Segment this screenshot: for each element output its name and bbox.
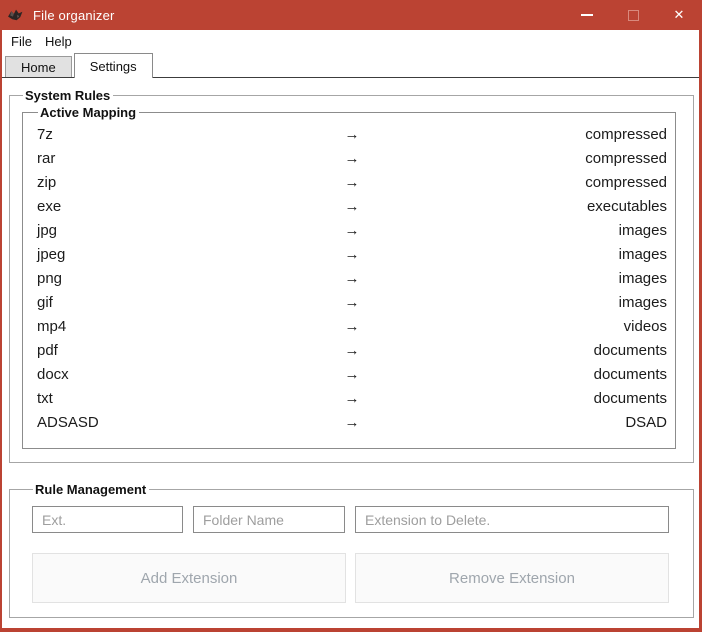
mapping-extension: jpg: [37, 221, 58, 239]
mapping-category: documents: [593, 341, 667, 359]
mapping-extension: txt: [37, 389, 53, 407]
add-extension-button[interactable]: Add Extension: [32, 553, 346, 603]
arrow-right-icon: →: [344, 245, 360, 263]
mapping-row[interactable]: mp4 → videos: [37, 314, 667, 338]
mapping-row[interactable]: zip → compressed: [37, 170, 667, 194]
system-rules-group: System Rules Active Mapping 7z → compres…: [9, 88, 694, 463]
minimize-icon: [581, 14, 593, 16]
mapping-row[interactable]: rar → compressed: [37, 146, 667, 170]
rule-management-group: Rule Management Add Extension Remove Ext…: [9, 482, 694, 618]
mapping-row[interactable]: png → images: [37, 266, 667, 290]
menubar: File Help: [2, 30, 699, 53]
arrow-right-icon: →: [344, 173, 360, 191]
arrow-right-icon: →: [344, 413, 360, 431]
mapping-extension: gif: [37, 293, 53, 311]
active-mapping-label: Active Mapping: [40, 105, 137, 120]
mapping-category: images: [618, 221, 667, 239]
mapping-category: DSAD: [625, 413, 667, 431]
settings-page: System Rules Active Mapping 7z → compres…: [2, 78, 699, 628]
mapping-row[interactable]: ADSASD → DSAD: [37, 410, 667, 434]
mapping-category: images: [618, 245, 667, 263]
tabbar: Home Settings: [2, 53, 699, 78]
mapping-row[interactable]: jpg → images: [37, 218, 667, 242]
arrow-right-icon: →: [344, 341, 360, 359]
close-button[interactable]: ✕: [656, 0, 702, 30]
mapping-extension: ADSASD: [37, 413, 99, 431]
window-title: File organizer: [33, 7, 115, 23]
rule-inputs-row: [32, 506, 669, 533]
app-window: File organizer ✕ File Help Home Settings…: [0, 0, 702, 632]
mapping-category: compressed: [585, 125, 667, 143]
arrow-right-icon: →: [344, 221, 360, 239]
minimize-button[interactable]: [564, 0, 610, 30]
mapping-row[interactable]: exe → executables: [37, 194, 667, 218]
mapping-extension: jpeg: [37, 245, 66, 263]
tab-home[interactable]: Home: [5, 56, 72, 78]
menu-file[interactable]: File: [5, 31, 38, 52]
mapping-category: videos: [623, 317, 667, 335]
mapping-extension: docx: [37, 365, 69, 383]
mapping-list: 7z → compressed rar → compressed zip → c…: [37, 122, 667, 434]
arrow-right-icon: →: [344, 293, 360, 311]
mapping-category: documents: [593, 389, 667, 407]
menu-help[interactable]: Help: [39, 31, 78, 52]
arrow-right-icon: →: [344, 389, 360, 407]
window-controls: ✕: [564, 0, 702, 30]
mapping-extension: mp4: [37, 317, 67, 335]
mapping-extension: pdf: [37, 341, 58, 359]
titlebar[interactable]: File organizer ✕: [0, 0, 702, 30]
mapping-row[interactable]: 7z → compressed: [37, 122, 667, 146]
extension-input[interactable]: [32, 506, 183, 533]
mapping-category: documents: [593, 365, 667, 383]
arrow-right-icon: →: [344, 197, 360, 215]
mapping-row[interactable]: jpeg → images: [37, 242, 667, 266]
arrow-right-icon: →: [344, 125, 360, 143]
system-rules-label: System Rules: [25, 88, 111, 103]
maximize-button[interactable]: [610, 0, 656, 30]
active-mapping-group: Active Mapping 7z → compressed rar → com…: [22, 105, 676, 449]
mapping-category: compressed: [585, 173, 667, 191]
mapping-category: images: [618, 293, 667, 311]
arrow-right-icon: →: [344, 365, 360, 383]
mapping-extension: 7z: [37, 125, 53, 143]
mapping-extension: rar: [37, 149, 56, 167]
folder-name-input[interactable]: [193, 506, 345, 533]
remove-extension-button[interactable]: Remove Extension: [355, 553, 669, 603]
mapping-category: compressed: [585, 149, 667, 167]
mapping-extension: zip: [37, 173, 57, 191]
tab-settings[interactable]: Settings: [73, 53, 153, 78]
arrow-right-icon: →: [344, 269, 360, 287]
app-icon: [8, 9, 23, 20]
mapping-extension: exe: [37, 197, 62, 215]
mapping-row[interactable]: gif → images: [37, 290, 667, 314]
mapping-category: images: [618, 269, 667, 287]
mapping-row[interactable]: docx → documents: [37, 362, 667, 386]
mapping-row[interactable]: pdf → documents: [37, 338, 667, 362]
mapping-row[interactable]: txt → documents: [37, 386, 667, 410]
mapping-category: executables: [586, 197, 667, 215]
mapping-extension: png: [37, 269, 63, 287]
maximize-icon: [627, 9, 639, 21]
extension-to-delete-input[interactable]: [355, 506, 669, 533]
rule-buttons-row: Add Extension Remove Extension: [32, 553, 669, 603]
arrow-right-icon: →: [344, 149, 360, 167]
arrow-right-icon: →: [344, 317, 360, 335]
rule-management-label: Rule Management: [35, 482, 147, 497]
close-icon: ✕: [673, 7, 685, 22]
